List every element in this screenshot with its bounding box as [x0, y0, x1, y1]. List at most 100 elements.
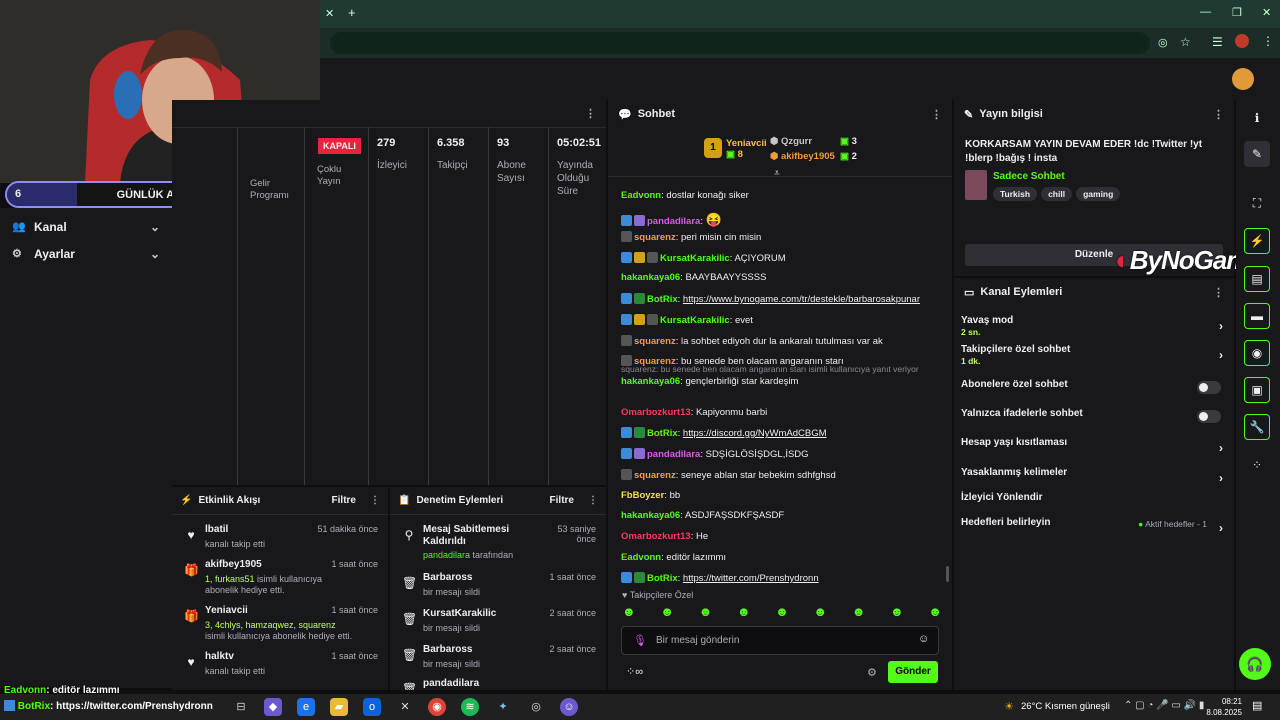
chat-username[interactable]: BotRix: [647, 294, 678, 305]
moderation-user[interactable]: Barbaross: [423, 572, 472, 583]
copilot-icon[interactable]: ◆: [264, 698, 282, 716]
emote-icon[interactable]: ☻: [775, 604, 789, 622]
more-options-icon[interactable]: ⋮: [1213, 108, 1224, 121]
task-view-icon[interactable]: ⊟: [232, 698, 250, 716]
chat-username[interactable]: hakankaya06: [621, 272, 680, 283]
chat-username[interactable]: BotRix: [647, 573, 678, 584]
file-explorer-icon[interactable]: ▰: [330, 698, 348, 716]
chat-link[interactable]: https://twitter.com/Prenshydronn: [683, 573, 819, 584]
chat-bubble-icon[interactable]: ▬: [1244, 303, 1270, 329]
emote-icon[interactable]: ☻: [622, 604, 636, 622]
edge-icon[interactable]: e: [297, 698, 315, 716]
maximize-button[interactable]: ❐: [1232, 6, 1242, 19]
clipboard-icon[interactable]: ▤: [1244, 266, 1270, 292]
send-button[interactable]: Gönder: [888, 661, 938, 683]
activity-user[interactable]: lbatil: [205, 524, 228, 535]
activity-user[interactable]: halktv: [205, 651, 234, 662]
browser-menu-icon[interactable]: ⋮: [1262, 34, 1274, 48]
lightning-icon[interactable]: ⚡: [1244, 228, 1270, 254]
chat-username[interactable]: Eadvonn: [621, 552, 661, 563]
slow-mode-row[interactable]: Yavaş mod 2 sn. ›: [961, 315, 1227, 343]
emote-icon[interactable]: ☻: [660, 604, 674, 622]
chat-username[interactable]: squarenz: [634, 232, 676, 243]
moderation-user[interactable]: Barbaross: [423, 644, 472, 655]
followers-only-row[interactable]: Takipçilere özel sohbet 1 dk. ›: [961, 344, 1227, 372]
activity-user[interactable]: Yeniavcii: [205, 605, 248, 616]
more-options-icon[interactable]: ⋮: [931, 108, 942, 121]
moderator-name[interactable]: pandadilara: [423, 550, 470, 560]
new-tab-button[interactable]: +: [348, 5, 356, 20]
moderation-user[interactable]: pandadilara: [423, 678, 479, 689]
chat-username[interactable]: FbBoyzer: [621, 490, 664, 501]
obs-icon[interactable]: ◎: [527, 698, 545, 716]
filter-button[interactable]: Filtre: [550, 495, 574, 506]
more-options-icon[interactable]: ⋮: [588, 495, 598, 506]
address-bar[interactable]: ◎ ☆: [330, 32, 1191, 54]
more-options-icon[interactable]: ⋮: [370, 495, 380, 506]
support-icon[interactable]: 🎧: [1239, 648, 1271, 680]
chat-username[interactable]: hakankaya06: [621, 510, 680, 521]
close-window-button[interactable]: ✕: [1262, 6, 1271, 19]
emoji-picker-icon[interactable]: ☺: [918, 633, 929, 645]
chat-username[interactable]: Eadvonn: [621, 190, 661, 201]
outlook-icon[interactable]: o: [363, 698, 381, 716]
emote-icon[interactable]: ☻: [928, 604, 942, 622]
chat-username[interactable]: squarenz: [634, 470, 676, 481]
chat-settings-icon[interactable]: ⚙: [867, 666, 877, 679]
account-age-row[interactable]: Hesap yaşı kısıtlaması ›: [961, 437, 1227, 465]
discord-icon[interactable]: ☺: [560, 698, 578, 716]
emote-icon[interactable]: ☻: [890, 604, 904, 622]
tray-icons[interactable]: ⌃ ▢ ◔ 🎤 ▭ 🔊 ▮: [1124, 700, 1204, 711]
activity-user[interactable]: akifbey1905: [205, 559, 262, 570]
info-icon[interactable]: ℹ: [1244, 105, 1270, 131]
chat-username[interactable]: KursatKarakilic: [660, 315, 730, 326]
chat-username[interactable]: BotRix: [647, 428, 678, 439]
chat-scrollbar[interactable]: [946, 566, 949, 582]
banned-words-row[interactable]: Yasaklanmış kelimeler ›: [961, 467, 1227, 495]
pin-expand-icon[interactable]: ⩡: [774, 168, 780, 179]
leaderboard-second[interactable]: ⬢ Qzgurr: [770, 136, 812, 147]
emote-icon[interactable]: ☻: [737, 604, 751, 622]
minimize-button[interactable]: —: [1200, 6, 1211, 18]
broadcast-icon[interactable]: ◉: [1244, 340, 1270, 366]
chat-username[interactable]: Omarbozkurt13: [621, 531, 691, 542]
chat-link[interactable]: https://www.bynogame.com/tr/destekle/bar…: [683, 294, 920, 305]
host-row[interactable]: İzleyici Yönlendir: [961, 492, 1227, 520]
chat-username[interactable]: pandadilara: [647, 449, 700, 460]
sidebar-item-ayarlar[interactable]: ⚙ Ayarlar ⌄: [0, 240, 172, 267]
chat-input[interactable]: 🎙 Bir mesaj gönderin ☺: [621, 626, 939, 655]
chat-tools-icon[interactable]: ⁘∞: [626, 665, 643, 678]
chrome-icon[interactable]: ◉: [428, 698, 446, 716]
chat-username[interactable]: KursatKarakilic: [660, 253, 730, 264]
category-link[interactable]: Sadece Sohbet: [993, 171, 1065, 182]
clock[interactable]: 08:21 8.08.2025: [1202, 696, 1242, 718]
spotify-icon[interactable]: ≋: [461, 698, 479, 716]
leaderboard-third[interactable]: ⬢ akifbey1905: [770, 151, 835, 162]
more-options-icon[interactable]: ⋮: [585, 107, 596, 120]
chat-link[interactable]: https://discord.gg/NyWmAdCBGM: [683, 428, 827, 439]
monitor-icon[interactable]: ▣: [1244, 377, 1270, 403]
profile-avatar-icon[interactable]: [1235, 34, 1249, 48]
goals-row[interactable]: Hedefleri belirleyin ● Aktif hedefler - …: [961, 517, 1227, 545]
apps-icon[interactable]: ⁘: [1244, 452, 1270, 478]
weather-text[interactable]: 26°C Kısmen güneşli: [1021, 701, 1110, 712]
microphone-icon[interactable]: 🎙: [633, 634, 647, 647]
emote-icon[interactable]: ☻: [699, 604, 713, 622]
notifications-icon[interactable]: ▤: [1252, 699, 1262, 712]
reading-list-icon[interactable]: ☰: [1212, 35, 1223, 49]
pencil-icon[interactable]: ✎: [1244, 141, 1270, 167]
moderation-user[interactable]: KursatKarakilic: [423, 608, 496, 619]
tag[interactable]: gaming: [1076, 187, 1121, 201]
emote-icon[interactable]: ☻: [852, 604, 866, 622]
filter-button[interactable]: Filtre: [332, 495, 356, 506]
app-icon[interactable]: ✦: [494, 698, 512, 716]
eye-off-icon[interactable]: ◎: [1158, 36, 1168, 49]
tag[interactable]: chill: [1041, 187, 1073, 201]
emote-only-toggle[interactable]: [1197, 410, 1221, 423]
chat-username[interactable]: Omarbozkurt13: [621, 407, 691, 418]
xbox-icon[interactable]: ✕: [396, 698, 414, 716]
sidebar-item-kanal[interactable]: 👥 Kanal ⌄: [0, 213, 172, 240]
wrench-icon[interactable]: 🔧: [1244, 414, 1270, 440]
fullscreen-icon[interactable]: ⛶: [1244, 190, 1270, 216]
chat-username[interactable]: hakankaya06: [621, 376, 680, 387]
